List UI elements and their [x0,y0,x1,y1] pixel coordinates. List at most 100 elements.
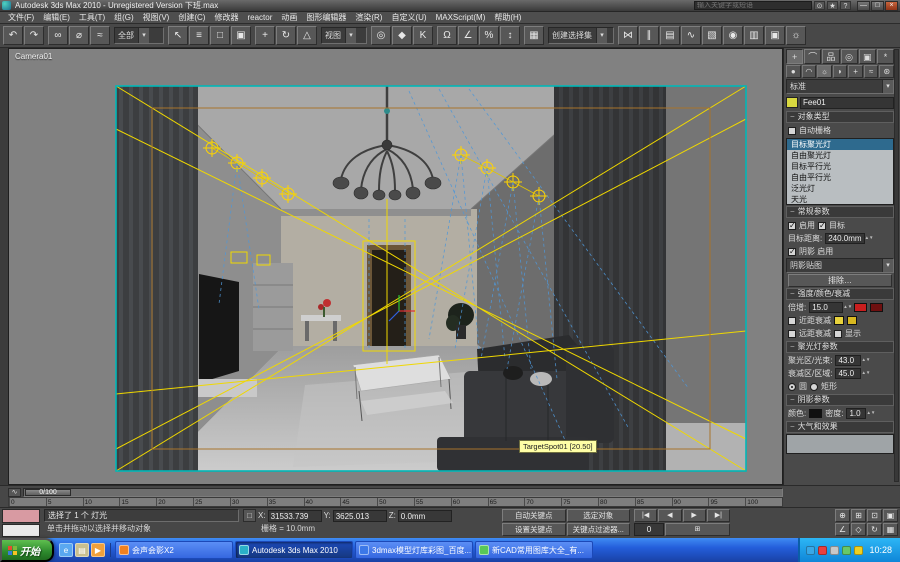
curve-editor-icon[interactable]: ∿ [681,26,701,45]
rectangle-radio[interactable] [810,383,818,391]
cat-systems-icon[interactable]: ⊛ [879,65,894,78]
camera-viewport[interactable]: Camera01 TargetSpot01 [20.50] [8,48,783,485]
spinner-snap-icon[interactable]: ↕ [500,26,520,45]
tray-input-method-icon[interactable] [854,546,863,555]
spinner-arrows[interactable]: ▲▼ [861,358,869,363]
align-icon[interactable]: ∥ [639,26,659,45]
window-crossing-icon[interactable]: ▣ [231,26,251,45]
object-name-field[interactable] [800,97,894,109]
tray-qq-icon[interactable] [806,546,815,555]
circle-radio[interactable] [788,383,796,391]
unlink-selection-icon[interactable]: ⌀ [69,26,89,45]
taskbar-clock[interactable]: 10:28 [869,545,892,555]
light-type-item[interactable]: 天光 [787,194,893,205]
menu-item[interactable]: 帮助(H) [490,12,525,23]
cat-spacewarps-icon[interactable]: ≈ [864,65,879,78]
viewport-label[interactable]: Camera01 [15,52,52,61]
far-attenuation-checkbox[interactable] [788,330,796,338]
help-icon[interactable]: ? [840,1,851,10]
shadow-type-combo[interactable]: 阴影贴图▾ [786,258,894,273]
menu-item[interactable]: reactor [243,13,276,22]
maxscript-mini-listener[interactable] [2,509,40,537]
listener-macro-row[interactable] [2,509,40,523]
time-slider-handle[interactable]: 0/100 [25,489,71,496]
start-button[interactable]: 开始 [0,538,54,562]
tab-display[interactable]: ▣ [859,49,876,64]
cat-helpers-icon[interactable]: + [848,65,863,78]
taskbar-button[interactable]: 会声会影X2 [115,541,233,559]
maximize-viewport-icon[interactable]: ▦ [883,523,898,536]
menu-item[interactable]: 编辑(E) [39,12,74,23]
maximize-button[interactable]: □ [871,1,884,11]
select-and-scale-icon[interactable]: △ [297,26,317,45]
set-key-button[interactable]: 设置关键点 [502,523,566,536]
menu-item[interactable]: 视图(V) [139,12,174,23]
select-by-name-icon[interactable]: ≡ [189,26,209,45]
select-and-rotate-icon[interactable]: ↻ [276,26,296,45]
show-desktop-icon[interactable]: ▤ [75,543,89,557]
close-button[interactable]: × [885,1,898,11]
pan-icon[interactable]: ◇ [851,523,866,536]
shadow-color-swatch[interactable] [809,409,822,418]
light-type-item[interactable]: 目标聚光灯 [787,139,893,150]
shadow-enable-checkbox[interactable] [788,248,796,256]
rendered-frame-icon[interactable]: ▣ [765,26,785,45]
pillow-dark[interactable] [503,366,523,380]
near-attenuation-checkbox[interactable] [788,317,796,325]
light-enable-checkbox[interactable] [788,222,796,230]
listener-script-row[interactable] [2,524,40,538]
current-frame-field[interactable]: 0 [634,523,664,536]
rectangular-selection-icon[interactable]: □ [210,26,230,45]
edit-named-selections-icon[interactable]: ▦ [524,26,544,45]
schematic-view-icon[interactable]: ▧ [702,26,722,45]
selection-set-combo[interactable]: 选定对象 [567,509,631,522]
selection-filter-combo[interactable]: 全部▾ [114,27,164,44]
rollout-intensity-color[interactable]: −强度/颜色/衰减 [786,288,894,300]
menu-item[interactable]: 动画 [277,12,301,23]
use-pivot-center-icon[interactable]: ◎ [371,26,391,45]
tray-network-icon[interactable] [842,546,851,555]
layer-manager-icon[interactable]: ▤ [660,26,680,45]
atmospheres-list[interactable] [786,434,894,454]
target-distance-field[interactable]: 240.0mm [825,233,864,244]
ie-icon[interactable]: e [59,543,73,557]
zoom-icon[interactable]: ⊕ [835,509,850,522]
spinner-arrows[interactable]: ▲▼ [865,236,873,241]
media-player-icon[interactable]: ▶ [91,543,105,557]
previous-frame-icon[interactable]: ◀ [658,509,681,522]
quick-render-icon[interactable]: ☼ [786,26,806,45]
select-and-manipulate-icon[interactable]: ◆ [392,26,412,45]
shadow-density-field[interactable]: 1.0 [846,408,866,419]
mini-curve-editor-button[interactable]: ∿ [8,488,21,497]
panel-scrollbar[interactable] [894,49,899,482]
menu-item[interactable]: 工具(T) [75,12,109,23]
keyboard-override-icon[interactable]: K [413,26,433,45]
time-slider-track[interactable]: 0/100 [23,488,783,497]
tab-motion[interactable]: ◎ [841,49,858,64]
tv-screen[interactable] [199,274,239,383]
menu-item[interactable]: 组(G) [110,12,138,23]
minimize-button[interactable]: — [857,1,870,11]
infocenter-search-input[interactable] [694,1,812,10]
cat-cameras-icon[interactable]: ◗ [833,65,848,78]
filter-color-swatch[interactable] [870,303,883,312]
taskbar-button[interactable]: 新CAD常用图库大全_有... [475,541,593,559]
mirror-icon[interactable]: ⋈ [618,26,638,45]
menu-item[interactable]: 修改器 [210,12,242,23]
menu-item[interactable]: MAXScript(M) [432,13,490,22]
zoom-extents-icon[interactable]: ⊡ [867,509,882,522]
spinner-arrows[interactable]: ▲▼ [843,305,851,310]
menu-item[interactable]: 图形编辑器 [302,12,350,23]
menu-item[interactable]: 创建(C) [174,12,209,23]
select-and-move-icon[interactable]: + [255,26,275,45]
named-selection-sets-combo[interactable]: 创建选择集▾ [548,27,614,44]
pillow-light[interactable] [530,372,552,386]
zoom-all-icon[interactable]: ⊞ [851,509,866,522]
go-to-start-icon[interactable]: |◀ [634,509,657,522]
x-coordinate-field[interactable]: 31533.739 [268,510,322,522]
menu-item[interactable]: 渲染(R) [351,12,386,23]
autogrid-checkbox[interactable] [788,127,796,135]
spinner-arrows[interactable]: ▲▼ [866,411,874,416]
render-setup-icon[interactable]: ▥ [744,26,764,45]
redo-icon[interactable]: ↷ [24,26,44,45]
